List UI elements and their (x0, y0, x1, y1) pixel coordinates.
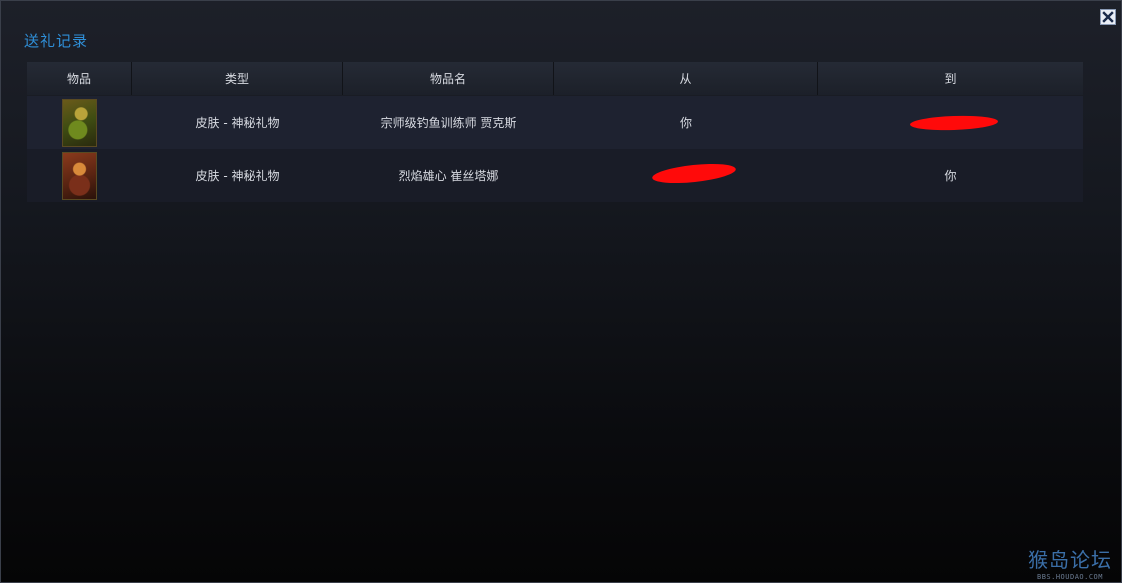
close-icon (1102, 11, 1114, 23)
from-cell: 你 (679, 116, 692, 130)
table-header: 物品 类型 物品名 从 到 (27, 62, 1083, 95)
table-row[interactable]: 皮肤 - 神秘礼物 宗师级钓鱼训练师 贾克斯 你 (27, 96, 1083, 149)
window-title: 送礼记录 (24, 32, 89, 50)
to-cell (818, 96, 1083, 149)
column-header-item-name[interactable]: 物品名 (343, 62, 554, 95)
item-name-cell: 宗师级钓鱼训练师 贾克斯 (380, 116, 517, 130)
gift-history-table: 物品 类型 物品名 从 到 皮肤 - 神秘礼物 宗师级钓鱼训练师 贾克斯 你 皮… (27, 62, 1083, 202)
champion-skin-thumbnail (62, 98, 97, 147)
watermark-url: BBS.HOUDAO.COM (1036, 573, 1103, 581)
champion-skin-thumbnail (62, 151, 97, 200)
forum-watermark: 猴岛论坛 BBS.HOUDAO.COM (1028, 544, 1112, 581)
item-cell (27, 149, 132, 202)
column-header-from[interactable]: 从 (554, 62, 818, 95)
close-button[interactable] (1100, 9, 1116, 25)
from-cell (554, 149, 818, 202)
type-cell: 皮肤 - 神秘礼物 (195, 116, 280, 130)
watermark-logo: 猴岛论坛 (1028, 548, 1112, 572)
column-header-type[interactable]: 类型 (132, 62, 343, 95)
item-cell (27, 96, 132, 149)
item-name-cell: 烈焰雄心 崔丝塔娜 (398, 169, 499, 183)
table-row[interactable]: 皮肤 - 神秘礼物 烈焰雄心 崔丝塔娜 你 (27, 149, 1083, 202)
column-header-to[interactable]: 到 (818, 62, 1083, 95)
column-header-item[interactable]: 物品 (27, 62, 132, 95)
gift-history-window: 送礼记录 物品 类型 物品名 从 到 皮肤 - 神秘礼物 宗师级钓鱼训练师 贾克… (0, 0, 1122, 583)
redaction-mark (651, 160, 737, 187)
to-cell: 你 (944, 169, 957, 183)
type-cell: 皮肤 - 神秘礼物 (195, 169, 280, 183)
redaction-mark (909, 114, 999, 132)
